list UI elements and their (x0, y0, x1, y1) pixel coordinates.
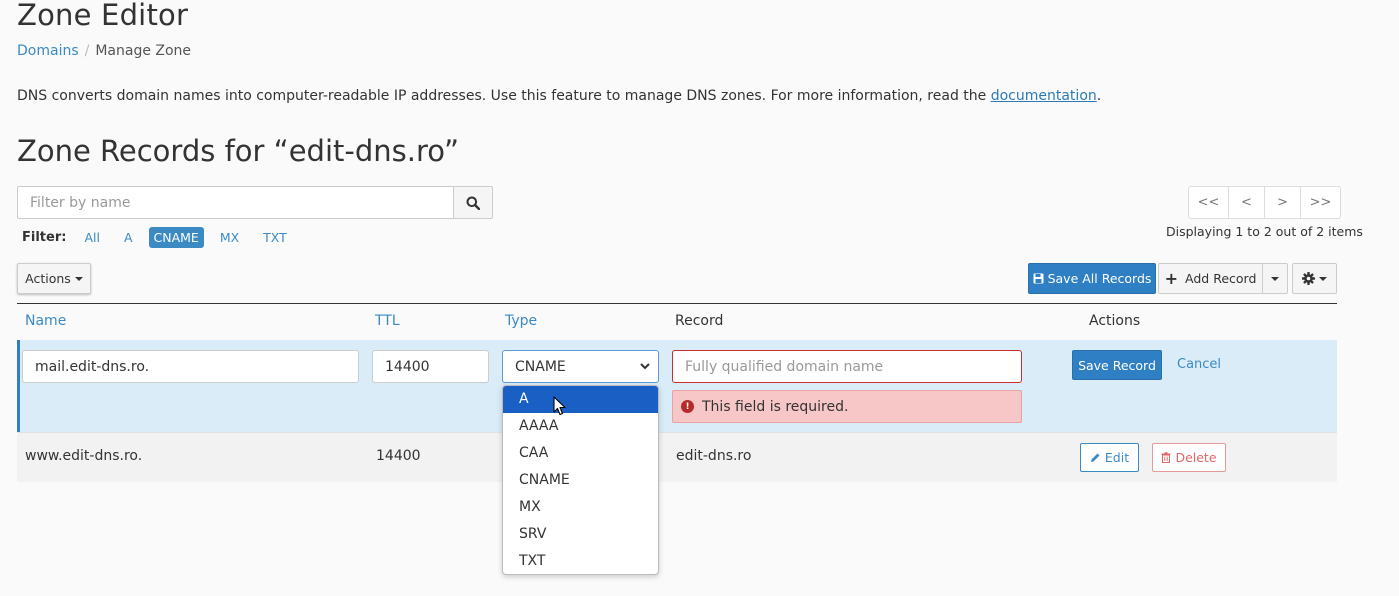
add-record-button[interactable]: + Add Record (1158, 263, 1263, 294)
column-header-ttl[interactable]: TTL (375, 313, 400, 329)
row-record-cell: edit-dns.ro (676, 448, 752, 464)
search-button[interactable] (453, 186, 493, 219)
column-header-actions: Actions (1089, 313, 1141, 329)
actions-label: Actions (25, 271, 71, 286)
settings-dropdown-button[interactable] (1292, 263, 1337, 294)
description-text: DNS converts domain names into computer-… (17, 88, 991, 104)
add-record-label: Add Record (1185, 271, 1257, 286)
column-header-record: Record (675, 313, 724, 329)
row-ttl-cell: 14400 (376, 448, 421, 464)
type-option-aaaa[interactable]: AAAA (503, 413, 658, 440)
delete-button[interactable]: Delete (1152, 443, 1226, 472)
edit-label: Edit (1104, 450, 1130, 465)
type-option-srv[interactable]: SRV (503, 521, 658, 548)
type-option-txt[interactable]: TXT (503, 548, 658, 574)
exclamation-circle-icon: ! (681, 400, 694, 413)
breadcrumb: Domains / Manage Zone (17, 43, 191, 59)
page-prev-button[interactable]: < (1228, 186, 1265, 219)
pencil-icon (1090, 453, 1100, 462)
column-header-name[interactable]: Name (25, 313, 66, 329)
error-text: This field is required. (702, 398, 849, 415)
pagination: << < > >> (1188, 186, 1341, 219)
breadcrumb-current: Manage Zone (95, 43, 192, 59)
page-next-button[interactable]: > (1264, 186, 1301, 219)
edit-button[interactable]: Edit (1080, 443, 1139, 472)
add-record-options-button[interactable] (1262, 263, 1288, 294)
name-input[interactable]: mail.edit-dns.ro. (22, 350, 359, 383)
search-icon (466, 196, 480, 210)
pagination-info: Displaying 1 to 2 out of 2 items (1166, 224, 1363, 239)
ttl-input[interactable]: 14400 (372, 350, 489, 383)
documentation-link[interactable]: documentation (991, 88, 1097, 104)
filter-chip-a[interactable]: A (116, 227, 141, 248)
type-dropdown-list: A AAAA CAA CNAME MX SRV TXT (502, 385, 659, 575)
filter-chip-mx[interactable]: MX (212, 227, 247, 248)
delete-label: Delete (1175, 450, 1217, 465)
floppy-disk-icon (1033, 273, 1044, 284)
page-description: DNS converts domain names into computer-… (17, 88, 1101, 104)
type-option-cname[interactable]: CNAME (503, 467, 658, 494)
type-option-caa[interactable]: CAA (503, 440, 658, 467)
filter-chip-all[interactable]: All (76, 227, 108, 248)
row-name-cell: www.edit-dns.ro. (25, 448, 143, 464)
breadcrumb-separator: / (84, 43, 90, 59)
record-input[interactable]: Fully qualified domain name (672, 350, 1022, 383)
actions-dropdown-button[interactable]: Actions (17, 263, 91, 294)
column-header-type[interactable]: Type (505, 313, 537, 329)
type-option-mx[interactable]: MX (503, 494, 658, 521)
cancel-link[interactable]: Cancel (1177, 357, 1221, 372)
table-top-border (17, 303, 1337, 304)
record-error-message: ! This field is required. (672, 390, 1022, 423)
type-select-value: CNAME (515, 358, 566, 375)
chevron-down-icon (640, 363, 650, 370)
page-title: Zone Editor (17, 0, 189, 32)
caret-down-icon (1319, 276, 1327, 281)
filter-row: Filter: All A CNAME MX TXT (22, 226, 303, 248)
mouse-cursor-icon (553, 396, 566, 416)
caret-down-icon (1271, 276, 1279, 281)
save-record-button[interactable]: Save Record (1072, 350, 1162, 380)
plus-icon: + (1164, 268, 1179, 288)
section-title: Zone Records for “edit-dns.ro” (17, 134, 459, 168)
filter-label: Filter: (22, 229, 67, 245)
breadcrumb-domains-link[interactable]: Domains (17, 43, 79, 59)
filter-chip-txt[interactable]: TXT (255, 227, 295, 248)
filter-input[interactable] (17, 186, 454, 219)
trash-icon (1161, 452, 1171, 463)
save-all-records-button[interactable]: Save All Records (1028, 263, 1156, 294)
save-all-label: Save All Records (1047, 271, 1152, 286)
filter-chip-cname[interactable]: CNAME (148, 226, 204, 248)
type-option-a[interactable]: A (503, 386, 658, 413)
page-last-button[interactable]: >> (1300, 186, 1341, 219)
gear-icon (1302, 272, 1315, 285)
description-suffix: . (1096, 88, 1102, 104)
page-first-button[interactable]: << (1188, 186, 1229, 219)
type-select[interactable]: CNAME (502, 350, 659, 383)
caret-down-icon (74, 276, 83, 281)
